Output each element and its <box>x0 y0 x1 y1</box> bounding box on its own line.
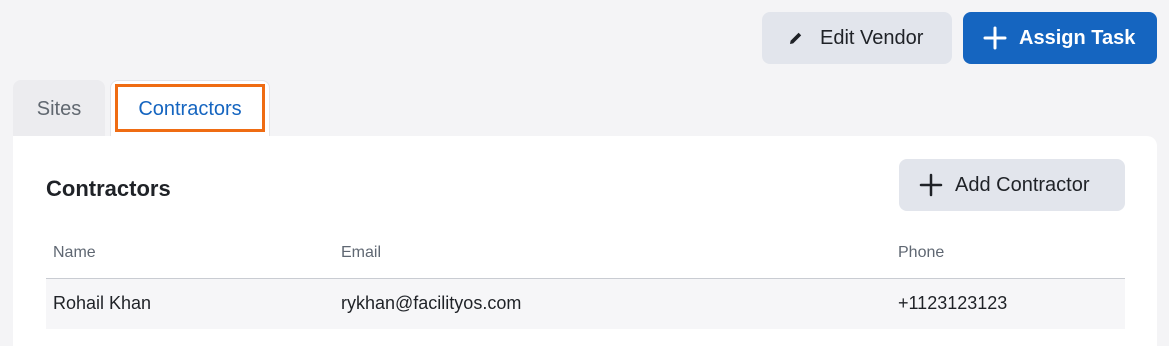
plus-icon <box>919 173 943 197</box>
add-contractor-button[interactable]: Add Contractor <box>899 159 1125 211</box>
cell-phone: +1123123123 <box>898 293 1008 313</box>
column-header-name[interactable]: Name <box>53 244 96 262</box>
column-header-email[interactable]: Email <box>341 244 381 262</box>
contractors-table: Name Email Phone Rohail Khan rykhan@faci… <box>46 231 1125 329</box>
edit-vendor-label: Edit Vendor <box>820 26 924 49</box>
contractors-panel: Contractors Add Contractor Name Email Ph… <box>13 136 1157 346</box>
tab-contractors-label: Contractors <box>138 98 242 120</box>
assign-task-label: Assign Task <box>1019 26 1136 49</box>
tab-contractors[interactable]: Contractors <box>110 80 270 138</box>
tab-sites-label: Sites <box>36 97 82 120</box>
assign-task-button[interactable]: Assign Task <box>963 12 1157 64</box>
column-header-phone[interactable]: Phone <box>898 244 944 262</box>
section-title: Contractors <box>46 176 171 201</box>
pencil-icon <box>788 30 804 46</box>
table-header: Name Email Phone <box>46 231 1125 279</box>
cell-name: Rohail Khan <box>53 293 152 313</box>
tab-sites[interactable]: Sites <box>13 80 105 138</box>
cell-email: rykhan@facilityos.com <box>341 293 522 313</box>
plus-icon <box>983 26 1007 50</box>
table-row[interactable]: Rohail Khan rykhan@facilityos.com +11231… <box>46 279 1125 329</box>
edit-vendor-button[interactable]: Edit Vendor <box>762 12 952 64</box>
add-contractor-label: Add Contractor <box>955 173 1090 196</box>
